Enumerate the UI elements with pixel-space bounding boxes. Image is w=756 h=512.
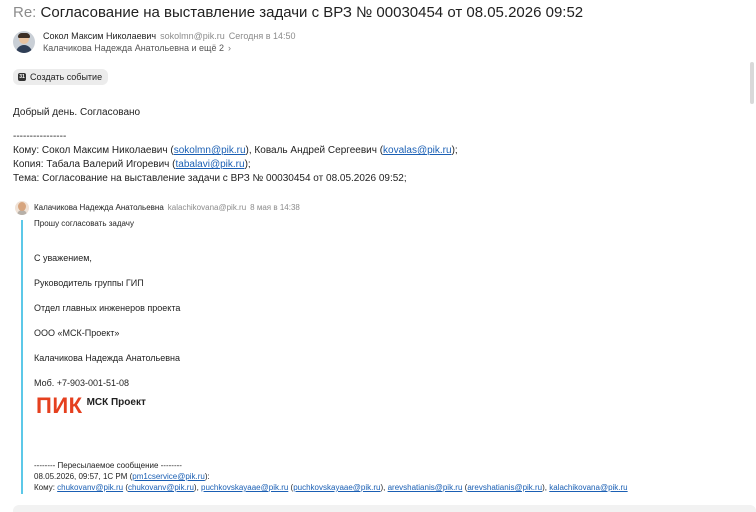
- pik-logo: ПИК МСК Проект: [36, 395, 146, 417]
- forwarded-to: Кому: chukovanv@pik.ru (chukovanv@pik.ru…: [34, 483, 628, 492]
- sender-email[interactable]: sokolmn@pik.ru: [160, 31, 225, 41]
- email-link-sokolmn[interactable]: sokolmn@pik.ru: [174, 145, 246, 156]
- email-link-tabalavi[interactable]: tabalavi@pik.ru: [175, 159, 244, 170]
- subject-prefix: Re:: [13, 4, 37, 21]
- recipients-summary[interactable]: Калачикова Надежда Анатольевна и ещё 2: [43, 43, 224, 53]
- calendar-icon: 31: [18, 73, 26, 81]
- forwarded-date: 08.05.2026, 09:57, 1C PM (pm1cservice@pi…: [34, 472, 210, 481]
- signature-line: Руководитель группы ГИП: [34, 278, 144, 288]
- quoted-request: Прошу согласовать задачу: [34, 219, 134, 228]
- email-link[interactable]: kalachikovana@pik.ru: [549, 483, 627, 492]
- signature-line: С уважением,: [34, 253, 92, 263]
- header-cc: Копия: Табала Валерий Игоревич (tabalavi…: [13, 159, 251, 170]
- email-link[interactable]: chukovanv@pik.ru: [128, 483, 194, 492]
- email-link-kovalas[interactable]: kovalas@pik.ru: [383, 145, 452, 156]
- quoted-time: 8 мая в 14:38: [250, 203, 300, 212]
- email-link[interactable]: chukovanv@pik.ru: [57, 483, 123, 492]
- signature-line: ООО «МСК-Проект»: [34, 328, 120, 338]
- create-event-button[interactable]: 31 Создать событие: [13, 69, 109, 85]
- forwarded-header: -------- Пересылаемое сообщение --------: [34, 461, 182, 470]
- sent-time: Сегодня в 14:50: [228, 31, 296, 41]
- email-link-pm1cservice[interactable]: pm1cservice@pik.ru: [132, 472, 205, 481]
- scrollbar-thumb[interactable]: [750, 62, 754, 104]
- header-to: Кому: Сокол Максим Николаевич (sokolmn@p…: [13, 145, 458, 156]
- sender-name[interactable]: Сокол Максим Николаевич: [43, 31, 156, 41]
- reply-greeting: Добрый день. Согласовано: [13, 107, 141, 118]
- email-link[interactable]: puchkovskayaae@pik.ru: [293, 483, 380, 492]
- quoted-sender-avatar[interactable]: [15, 201, 29, 215]
- sender-line: Сокол Максим Николаевич sokolmn@pik.ru Сег…: [43, 31, 296, 41]
- create-event-label: Создать событие: [30, 72, 103, 82]
- pik-logo-text: МСК Проект: [86, 397, 146, 408]
- recipients-line[interactable]: Калачикова Надежда Анатольевна и ещё 2 ›: [43, 43, 231, 53]
- quoted-sender-email[interactable]: kalachikovana@pik.ru: [168, 203, 246, 212]
- email-link[interactable]: arevshatianis@pik.ru: [467, 483, 542, 492]
- reply-panel-edge[interactable]: [13, 505, 756, 512]
- pik-logo-mark: ПИК: [36, 393, 83, 418]
- signature-line: Калачикова Надежда Анатольевна: [34, 353, 181, 363]
- signature-line: Моб. +7-903-001-51-08: [34, 378, 130, 388]
- subject-text: Согласование на выставление задачи с ВРЗ…: [40, 4, 584, 21]
- quoted-sender-name[interactable]: Калачикова Надежда Анатольевна: [34, 203, 164, 212]
- email-link[interactable]: arevshatianis@pik.ru: [388, 483, 463, 492]
- chevron-right-icon[interactable]: ›: [228, 43, 231, 53]
- separator-line: ----------------: [13, 131, 67, 142]
- email-subject: Re: Согласование на выставление задачи с…: [13, 4, 583, 21]
- signature-line: Отдел главных инженеров проекта: [34, 303, 181, 313]
- quote-bar: [21, 220, 23, 494]
- email-link[interactable]: puchkovskayaae@pik.ru: [201, 483, 288, 492]
- header-subject: Тема: Согласование на выставление задачи…: [13, 173, 407, 184]
- quoted-sender-line: Калачикова Надежда Анатольевна kalachikov…: [34, 203, 300, 212]
- sender-avatar[interactable]: [13, 31, 35, 53]
